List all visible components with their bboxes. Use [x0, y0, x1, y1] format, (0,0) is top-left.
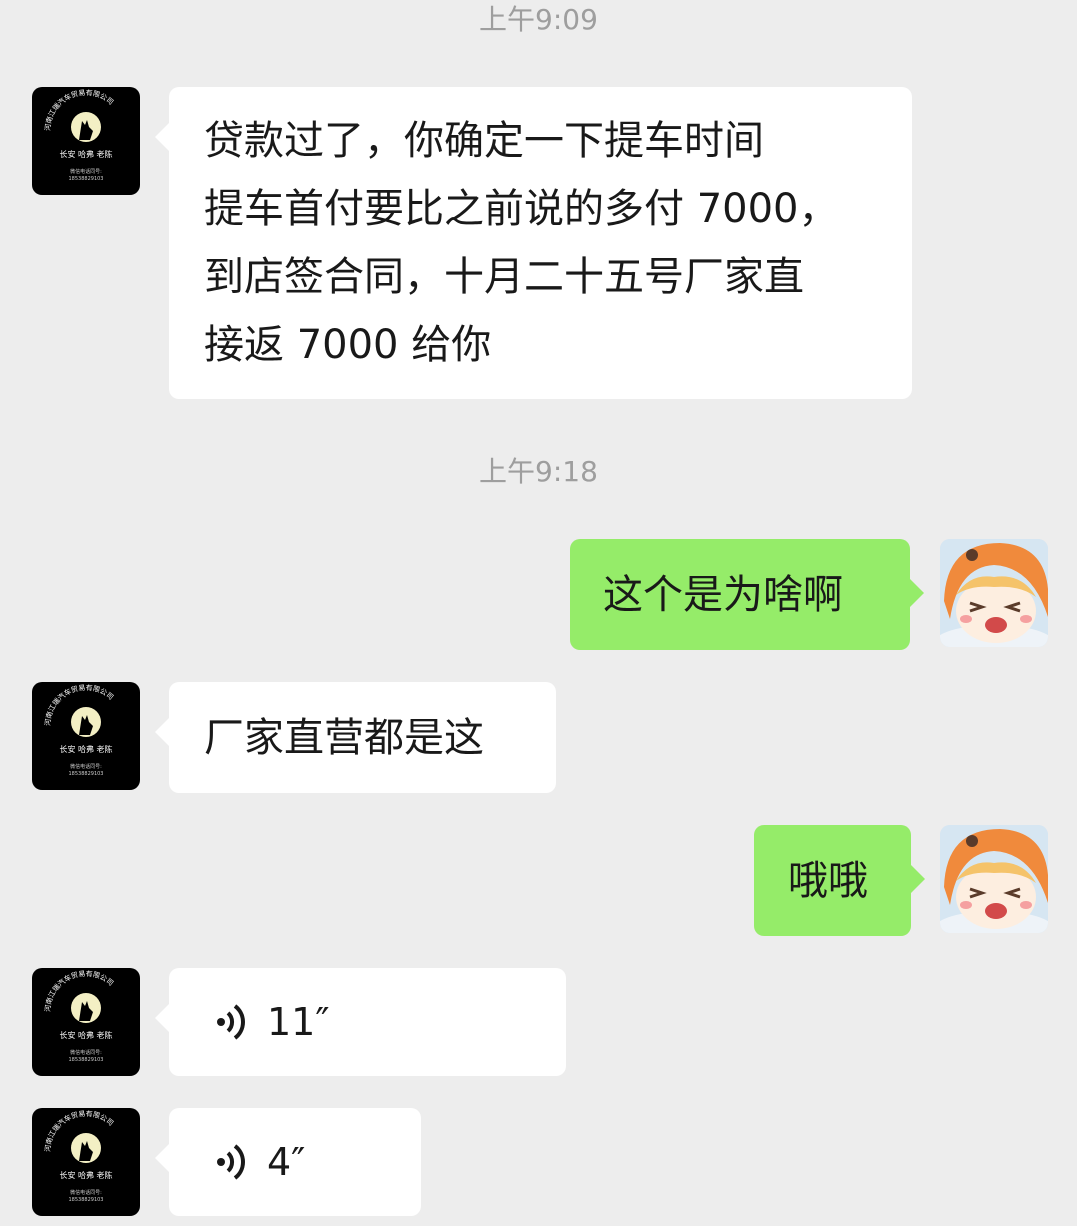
voice-message[interactable]: 11″	[155, 968, 566, 1076]
svg-text:18538829103: 18538829103	[69, 771, 104, 777]
svg-text:长安 哈弗 老陈: 长安 哈弗 老陈	[59, 1030, 112, 1040]
anime-girl-avatar-icon	[940, 825, 1048, 933]
timestamp: 上午9:09	[479, 3, 598, 36]
svg-text:长安 哈弗 老陈: 长安 哈弗 老陈	[59, 744, 112, 754]
voice-wave-icon	[217, 1144, 245, 1180]
svg-text:微信电话同号:: 微信电话同号:	[70, 763, 102, 770]
message-text: 哦哦	[788, 857, 868, 904]
incoming-message[interactable]: 厂家直营都是这	[155, 682, 556, 793]
seller-logo-icon: 河南江瑞汽车贸易有限公司 长安 哈弗 老陈 微信电话同号: 1853882910…	[44, 88, 115, 182]
outgoing-message[interactable]: 这个是为啥啊	[570, 539, 924, 650]
contact-avatar[interactable]: 河南江瑞汽车贸易有限公司 长安 哈弗 老陈 微信电话同号: 1853882910…	[32, 1108, 140, 1216]
outgoing-message[interactable]: 哦哦	[754, 825, 925, 936]
svg-text:长安 哈弗 老陈: 长安 哈弗 老陈	[59, 1170, 112, 1180]
voice-duration: 4″	[267, 1140, 306, 1184]
message-text: 贷款过了，你确定一下提车时间 提车首付要比之前说的多付 7000， 到店签合同，…	[204, 118, 839, 368]
svg-text:18538829103: 18538829103	[69, 176, 104, 182]
timestamp: 上午9:18	[479, 455, 598, 488]
seller-logo-icon: 河南江瑞汽车贸易有限公司 长安 哈弗 老陈 微信电话同号: 1853882910…	[44, 683, 115, 777]
anime-girl-avatar-icon	[940, 539, 1048, 647]
voice-wave-icon	[217, 1004, 245, 1040]
svg-text:18538829103: 18538829103	[69, 1197, 104, 1203]
message-text: 厂家直营都是这	[204, 714, 484, 761]
seller-logo-icon: 河南江瑞汽车贸易有限公司 长安 哈弗 老陈 微信电话同号: 1853882910…	[44, 969, 115, 1063]
voice-message[interactable]: 4″	[155, 1108, 421, 1216]
seller-logo-icon: 河南江瑞汽车贸易有限公司 长安 哈弗 老陈 微信电话同号: 1853882910…	[44, 1109, 115, 1203]
my-avatar[interactable]	[940, 539, 1048, 647]
svg-text:18538829103: 18538829103	[69, 1057, 104, 1063]
voice-duration: 11″	[267, 1000, 330, 1044]
svg-text:微信电话同号:: 微信电话同号:	[70, 1049, 102, 1056]
contact-avatar[interactable]: 河南江瑞汽车贸易有限公司 长安 哈弗 老陈 微信电话同号: 1853882910…	[32, 682, 140, 790]
my-avatar[interactable]	[940, 825, 1048, 933]
contact-avatar[interactable]: 河南江瑞汽车贸易有限公司 长安 哈弗 老陈 微信电话同号: 1853882910…	[32, 87, 140, 195]
message-text: 这个是为啥啊	[603, 571, 843, 618]
svg-text:长安 哈弗 老陈: 长安 哈弗 老陈	[59, 149, 112, 159]
incoming-message[interactable]: 贷款过了，你确定一下提车时间 提车首付要比之前说的多付 7000， 到店签合同，…	[155, 87, 912, 399]
svg-text:微信电话同号:: 微信电话同号:	[70, 168, 102, 175]
svg-text:微信电话同号:: 微信电话同号:	[70, 1189, 102, 1196]
contact-avatar[interactable]: 河南江瑞汽车贸易有限公司 长安 哈弗 老陈 微信电话同号: 1853882910…	[32, 968, 140, 1076]
